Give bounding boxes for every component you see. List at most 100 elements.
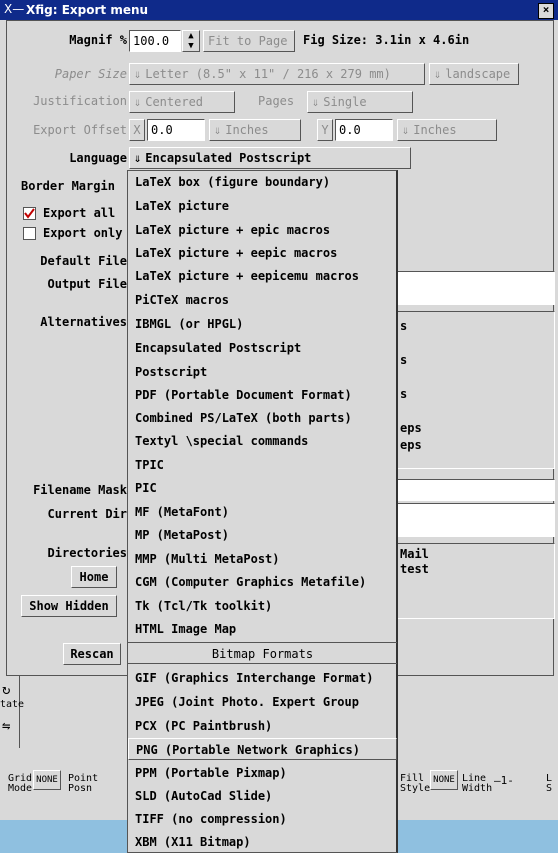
dropdown-item[interactable]: Tk (Tcl/Tk toolkit) (128, 595, 397, 617)
list-item[interactable]: test (400, 562, 429, 577)
directories-label: Directories (47, 546, 127, 560)
offset-x-input[interactable]: 0.0 (147, 119, 205, 141)
dropdown-item[interactable]: GIF (Graphics Interchange Format) (128, 667, 397, 689)
rotate-label: tate (0, 699, 25, 710)
rotate-icon[interactable]: ↻ (2, 682, 10, 698)
alternatives-label: Alternatives (40, 315, 127, 329)
dropdown-item[interactable]: XBM (X11 Bitmap) (128, 831, 397, 853)
list-item[interactable]: Mail (400, 547, 429, 562)
bitmap-formats-header: Bitmap Formats (128, 642, 397, 664)
dropdown-item[interactable]: Encapsulated Postscript (128, 337, 397, 359)
fill-style-button[interactable]: NONE (430, 770, 458, 790)
dropdown-item[interactable]: SLD (AutoCad Slide) (128, 785, 397, 807)
dropdown-item[interactable]: LaTeX box (figure boundary) (128, 171, 397, 193)
checkmark-icon (24, 208, 35, 219)
output-file-input[interactable] (395, 271, 555, 305)
list-item[interactable] (400, 403, 422, 420)
spinner-up-icon[interactable]: ▲ (183, 31, 199, 41)
offset-y-input[interactable]: 0.0 (335, 119, 393, 141)
dropdown-item[interactable]: LaTeX picture (128, 195, 397, 217)
menu-arrow-icon: ⇓ (134, 151, 142, 165)
dropdown-item[interactable]: IBMGL (or HPGL) (128, 313, 397, 335)
directories-list[interactable]: Mail test (395, 543, 555, 619)
pages-label: Pages (258, 94, 295, 108)
export-all-checkbox[interactable] (23, 207, 36, 220)
list-item[interactable] (400, 369, 422, 386)
mirror-icon[interactable]: ⇋ (2, 718, 10, 734)
dropdown-item[interactable]: MP (MetaPost) (128, 524, 397, 546)
dropdown-item[interactable]: LaTeX picture + eepicemu macros (128, 265, 397, 287)
orientation-menu[interactable]: ⇓ landscape (429, 63, 519, 85)
dropdown-item[interactable]: PiCTeX macros (128, 289, 397, 311)
dropdown-item[interactable]: Textyl \special commands (128, 430, 397, 452)
menu-arrow-icon: ⇓ (214, 123, 222, 137)
grid-mode-button[interactable]: NONE (33, 770, 61, 790)
window-title: Xfig: Export menu (26, 3, 149, 17)
justification-label: Justification (33, 94, 127, 108)
dropdown-item[interactable]: PDF (Portable Document Format) (128, 384, 397, 406)
list-item[interactable]: s (400, 318, 422, 335)
offset-y-unit-menu[interactable]: ⇓ Inches (397, 119, 497, 141)
menu-arrow-icon: ⇓ (402, 123, 410, 137)
dropdown-item[interactable]: Postscript (128, 361, 397, 383)
fig-size-text: Fig Size: 3.1in x 4.6in (303, 33, 470, 47)
dropdown-item[interactable]: TIFF (no compression) (128, 808, 397, 830)
export-only-checkbox[interactable] (23, 227, 36, 240)
dropdown-item[interactable]: MMP (Multi MetaPost) (128, 548, 397, 570)
language-menu[interactable]: ⇓ Encapsulated Postscript (129, 147, 411, 169)
paper-size-menu[interactable]: ⇓ Letter (8.5" x 11" / 216 x 279 mm) (129, 63, 425, 85)
line-width-value[interactable]: —1- (494, 774, 514, 787)
show-hidden-button[interactable]: Show Hidden (21, 595, 117, 617)
tool-column: ↻ tate ⇋ (0, 676, 24, 748)
alternatives-items: s s s eps eps (400, 318, 422, 454)
export-offset-label: Export Offset (33, 123, 127, 137)
dropdown-item[interactable]: CGM (Computer Graphics Metafile) (128, 571, 397, 593)
offset-x-unit-menu[interactable]: ⇓ Inches (209, 119, 301, 141)
offset-x-unit: Inches (225, 123, 269, 137)
default-file-label: Default File (40, 254, 127, 268)
dropdown-item[interactable]: LaTeX picture + eepic macros (128, 242, 397, 264)
window-menu-icon[interactable]: X— (4, 2, 24, 16)
dropdown-item[interactable]: LaTeX picture + epic macros (128, 219, 397, 241)
menu-arrow-icon: ⇓ (312, 95, 320, 109)
rescan-button[interactable]: Rescan (63, 643, 121, 665)
list-item[interactable] (400, 335, 422, 352)
border-margin-label: Border Margin (21, 179, 115, 193)
paper-size-label: Paper Size (54, 67, 127, 81)
fit-to-page-button[interactable]: Fit to Page (203, 30, 295, 52)
list-item[interactable]: eps (400, 420, 422, 437)
filename-mask-input[interactable] (395, 479, 555, 501)
offset-x-label: X (129, 119, 145, 141)
offset-y-unit: Inches (413, 123, 457, 137)
justification-menu[interactable]: ⇓ Centered (129, 91, 235, 113)
dropdown-item[interactable]: MF (MetaFont) (128, 501, 397, 523)
magnif-spinner[interactable]: ▲ ▼ (182, 30, 200, 52)
close-icon[interactable]: × (538, 3, 554, 19)
dropdown-item[interactable]: PIC (128, 477, 397, 499)
edge-label: L S (546, 773, 553, 794)
dropdown-item[interactable]: HTML Image Map (128, 618, 397, 640)
home-button[interactable]: Home (71, 566, 117, 588)
current-dir-input[interactable] (395, 503, 555, 537)
list-item[interactable]: s (400, 352, 422, 369)
list-item[interactable]: s (400, 386, 422, 403)
line-width-number: 1 (500, 774, 508, 787)
pages-menu[interactable]: ⇓ Single (307, 91, 413, 113)
magnif-input[interactable]: 100.0 (129, 30, 181, 52)
list-item[interactable]: eps (400, 437, 422, 454)
dropdown-item[interactable]: JPEG (Joint Photo. Expert Group (128, 691, 397, 713)
title-bar: X— Xfig: Export menu × (0, 0, 558, 20)
fill-style-label: Fill Style (400, 773, 431, 794)
justification-value: Centered (145, 95, 204, 109)
line-width-label: Line Width (462, 773, 493, 794)
dropdown-item[interactable]: PPM (Portable Pixmap) (128, 762, 397, 784)
filename-mask-label: Filename Mask (33, 483, 127, 497)
dropdown-item[interactable]: Combined PS/LaTeX (both parts) (128, 407, 397, 429)
export-all-label: Export all (43, 206, 116, 220)
dropdown-item-highlighted[interactable]: PNG (Portable Network Graphics) (128, 738, 397, 760)
spinner-down-icon[interactable]: ▼ (183, 41, 199, 51)
alternatives-list[interactable]: s s s eps eps (395, 311, 555, 469)
grid-mode-label: Grid Mode (8, 773, 33, 794)
dropdown-item[interactable]: PCX (PC Paintbrush) (128, 715, 397, 737)
dropdown-item[interactable]: TPIC (128, 454, 397, 476)
